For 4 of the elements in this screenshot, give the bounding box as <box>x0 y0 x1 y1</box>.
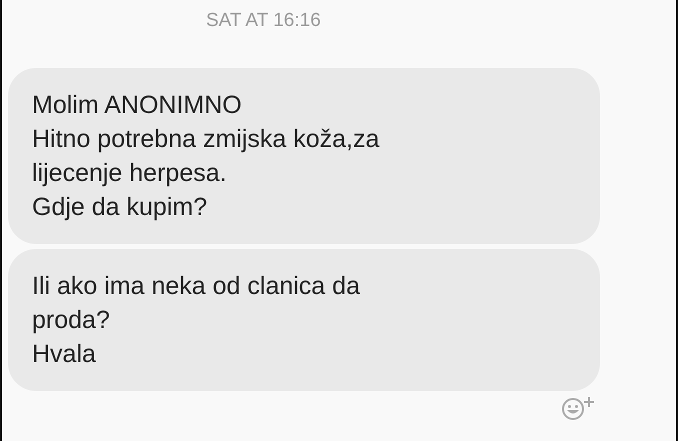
message-bubble: Molim ANONIMNO Hitno potrebna zmijska koža,za lijecenje herpesa. Gdje da kupim? <box>8 68 600 244</box>
message-bubble: Ili ako ima neka od clanica da proda? Hvala <box>8 249 600 391</box>
add-emoji-icon[interactable] <box>560 395 596 421</box>
timestamp: SAT AT 16:16 <box>205 9 322 33</box>
